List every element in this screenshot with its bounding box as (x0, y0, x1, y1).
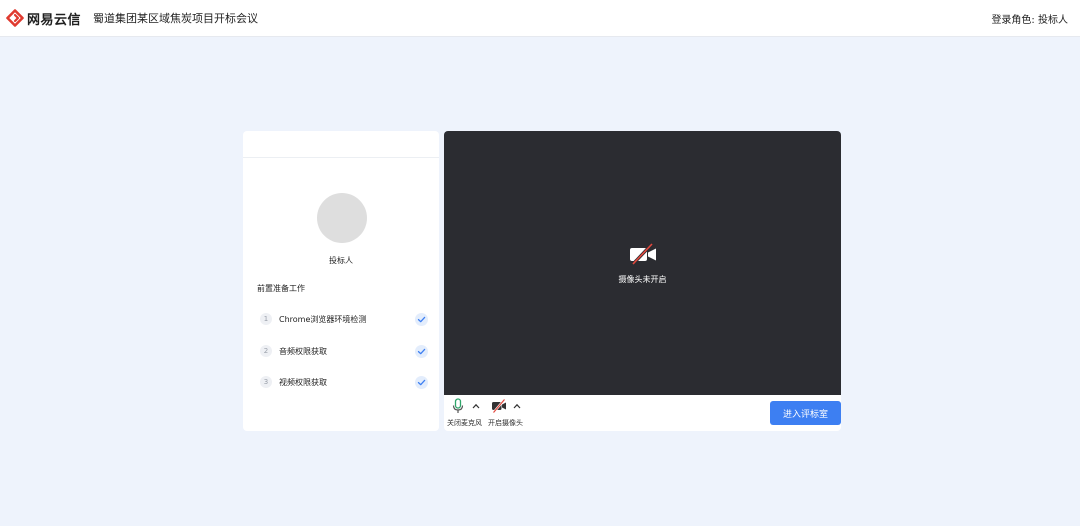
meeting-title: 蜀道集团某区域焦炭项目开标会议 (93, 12, 259, 25)
user-name: 投标人 (329, 256, 353, 265)
step-label: 视频权限获取 (279, 377, 327, 387)
chevron-up-icon[interactable] (472, 403, 480, 409)
check-icon (415, 312, 428, 326)
enter-review-room-button[interactable]: 进入评标室 (770, 401, 841, 425)
control-bar: 关闭麦克风 开启摄像头 进入评标室 (444, 395, 841, 431)
microphone-icon[interactable] (450, 398, 466, 414)
camera-label: 开启摄像头 (488, 419, 523, 427)
brand: 网易云信 (6, 9, 81, 28)
step-label: Chrome浏览器环境检测 (279, 314, 367, 324)
login-role: 登录角色: 投标人 (991, 15, 1068, 26)
top-header: 网易云信 蜀道集团某区域焦炭项目开标会议 登录角色: 投标人 (0, 0, 1080, 37)
step-video-permission: 3 视频权限获取 (260, 375, 428, 389)
camera-off-icon[interactable] (491, 398, 507, 414)
video-preview: 摄像头未开启 (444, 131, 841, 395)
brand-name: 网易云信 (27, 12, 82, 28)
avatar (317, 193, 367, 243)
step-label: 音频权限获取 (279, 346, 327, 356)
card-header (243, 131, 439, 158)
step-audio-permission: 2 音频权限获取 (260, 344, 428, 358)
chevron-up-icon[interactable] (513, 403, 521, 409)
mic-control[interactable]: 关闭麦克风 (447, 398, 482, 428)
prep-title: 前置准备工作 (257, 284, 305, 293)
mic-label: 关闭麦克风 (447, 419, 482, 427)
preparation-card: 投标人 前置准备工作 1 Chrome浏览器环境检测 2 音频权限获取 3 视频… (243, 131, 439, 431)
step-number: 1 (260, 313, 272, 325)
check-icon (415, 344, 428, 358)
camera-off-icon (630, 243, 656, 265)
netease-yunxin-logo-icon (6, 9, 24, 27)
step-number: 3 (260, 376, 272, 388)
camera-status-text: 摄像头未开启 (618, 275, 667, 284)
check-icon (415, 375, 428, 389)
step-number: 2 (260, 345, 272, 357)
camera-control[interactable]: 开启摄像头 (488, 398, 523, 428)
step-browser-check: 1 Chrome浏览器环境检测 (260, 312, 428, 326)
